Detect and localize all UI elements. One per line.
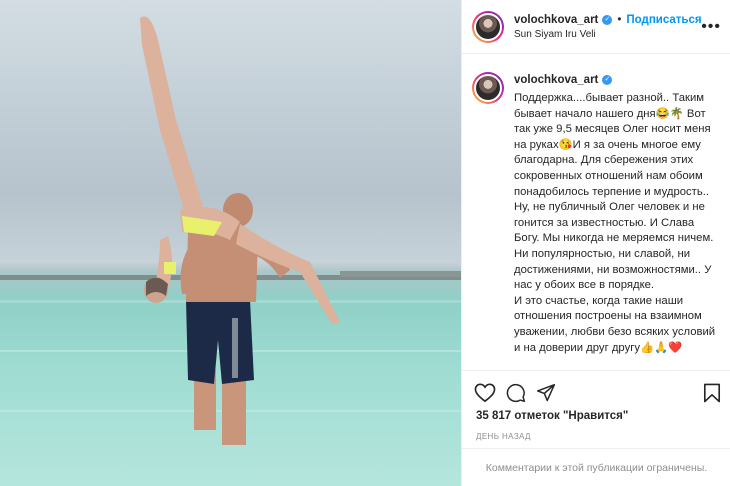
heart-outline-icon[interactable] — [474, 383, 496, 403]
caption-paragraph: Поддержка....бывает разной.. Таким бывае… — [514, 92, 714, 292]
post-timestamp[interactable]: ДЕНЬ НАЗАД — [476, 432, 531, 441]
horizon-island — [340, 271, 461, 277]
caption-username[interactable]: volochkova_art — [514, 74, 598, 86]
caption-paragraph: И это счастье, когда такие наши отношени… — [514, 294, 716, 354]
author-username[interactable]: volochkova_art — [514, 14, 598, 26]
caption-area: volochkova_art ✓ Поддержка....бывает раз… — [462, 55, 730, 370]
follow-button[interactable]: Подписаться — [626, 14, 701, 26]
author-avatar[interactable] — [472, 10, 504, 43]
beach-scene-illustration — [0, 16, 461, 445]
post-header: volochkova_art ✓ • Подписаться Sun Siyam… — [462, 0, 730, 54]
paper-plane-icon[interactable] — [536, 383, 556, 403]
comment-bubble-icon[interactable] — [506, 383, 526, 403]
caption-text: Поддержка....бывает разной.. Таким бывае… — [514, 91, 720, 356]
post-photo[interactable] — [0, 0, 461, 486]
comments-restricted-notice: Комментарии к этой публикации ограничены… — [462, 448, 730, 486]
woman-swimsuit-top — [164, 262, 176, 274]
more-options-icon[interactable]: ••• — [701, 18, 721, 36]
caption-username-row: volochkova_art ✓ — [514, 74, 613, 86]
instagram-post: volochkova_art ✓ • Подписаться Sun Siyam… — [0, 0, 730, 486]
post-details-panel: volochkova_art ✓ • Подписаться Sun Siyam… — [461, 0, 730, 486]
woman-raised-leg — [140, 16, 204, 216]
caption-avatar-image — [474, 74, 502, 102]
post-location[interactable]: Sun Siyam Iru Veli — [514, 29, 702, 40]
caption-author-avatar[interactable] — [472, 72, 504, 104]
man-swim-shorts — [186, 300, 254, 384]
separator-dot: • — [617, 13, 622, 26]
likes-count[interactable]: 35 817 отметок "Нравится" — [476, 410, 628, 422]
shorts-print — [232, 318, 238, 378]
verified-badge-icon: ✓ — [602, 14, 613, 25]
author-avatar-image — [474, 12, 502, 41]
header-text: volochkova_art ✓ • Подписаться Sun Siyam… — [514, 14, 702, 40]
bookmark-icon[interactable] — [703, 383, 721, 403]
header-user-row: volochkova_art ✓ • Подписаться — [514, 14, 702, 26]
verified-badge-icon: ✓ — [602, 75, 613, 85]
